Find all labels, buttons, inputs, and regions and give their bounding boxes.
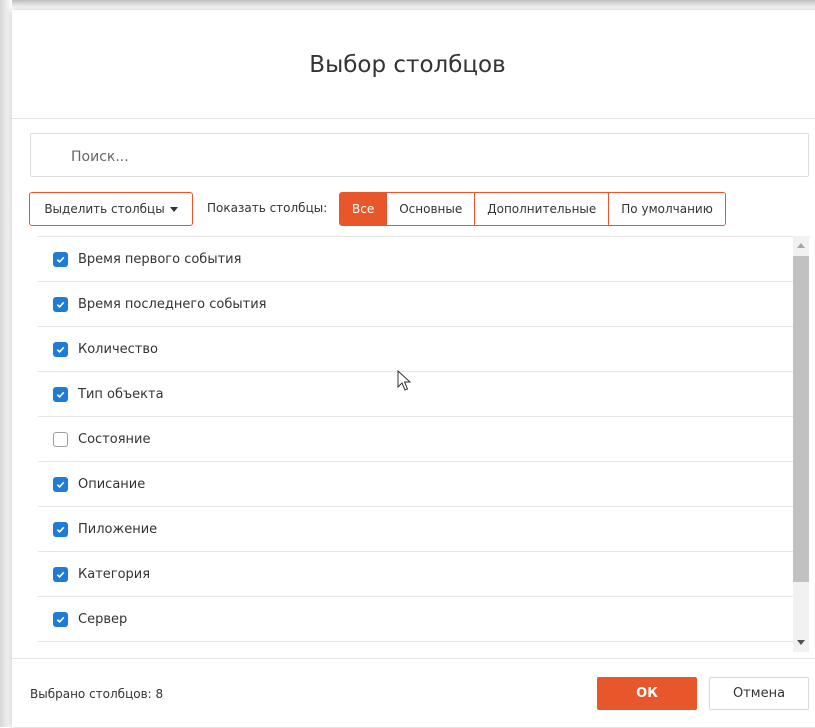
list-item-label: Состояние bbox=[78, 431, 151, 447]
mouse-cursor-icon bbox=[397, 370, 411, 391]
check-icon bbox=[56, 256, 65, 263]
list-item-label: Время первого события bbox=[78, 251, 242, 267]
list-item-label: Время последнего события bbox=[78, 296, 267, 312]
scrollbar-thumb[interactable] bbox=[793, 256, 809, 582]
filter-main-button[interactable]: Основные bbox=[386, 193, 475, 225]
column-filter-segmented: Все Основные Дополнительные По умолчанию bbox=[339, 192, 726, 226]
ok-button[interactable]: ОК bbox=[597, 677, 697, 710]
list-item[interactable]: Описание bbox=[38, 462, 793, 507]
select-columns-dropdown[interactable]: Выделить столбцы bbox=[29, 192, 193, 226]
list-item-label: Сервер bbox=[78, 611, 128, 627]
checkbox-checked[interactable] bbox=[53, 521, 68, 537]
check-icon bbox=[56, 481, 65, 488]
dialog-footer: Выбрано столбцов: 8 ОК Отмена bbox=[12, 658, 815, 728]
checkbox-checked[interactable] bbox=[53, 341, 68, 357]
list-item-label: Пиложение bbox=[78, 521, 158, 537]
frame-edge-top bbox=[0, 0, 815, 8]
checkbox-checked[interactable] bbox=[53, 386, 68, 402]
list-item-label: Описание bbox=[78, 476, 146, 492]
column-toolbar: Выделить столбцы Показать столбцы: Все О… bbox=[29, 192, 789, 226]
list-item[interactable]: Время первого события bbox=[38, 237, 793, 282]
filter-additional-button[interactable]: Дополнительные bbox=[474, 193, 609, 225]
checkbox-checked[interactable] bbox=[53, 476, 68, 492]
checkbox-unchecked[interactable] bbox=[53, 431, 68, 447]
caret-down-icon bbox=[169, 206, 178, 212]
check-icon bbox=[56, 571, 65, 578]
scroll-down-arrow-icon[interactable] bbox=[797, 640, 805, 645]
list-item[interactable]: Сервер bbox=[38, 597, 793, 642]
filter-default-button[interactable]: По умолчанию bbox=[608, 193, 725, 225]
list-item-label: Тип объекта bbox=[78, 386, 164, 402]
list-item[interactable]: Категория bbox=[38, 552, 793, 597]
list-item[interactable]: Состояние bbox=[38, 417, 793, 462]
list-item-label: Количество bbox=[78, 341, 158, 357]
show-columns-label: Показать столбцы: bbox=[207, 201, 328, 215]
check-icon bbox=[56, 526, 65, 533]
list-item[interactable]: Время последнего события bbox=[38, 282, 793, 327]
dialog-header: Выбор столбцов bbox=[12, 10, 815, 119]
check-icon bbox=[56, 346, 65, 353]
check-icon bbox=[56, 616, 65, 623]
dialog-title: Выбор столбцов bbox=[309, 52, 506, 78]
list-item[interactable]: Пиложение bbox=[38, 507, 793, 552]
window-frame: Выбор столбцов Выделить столбцы Показать… bbox=[0, 0, 815, 727]
checkbox-checked[interactable] bbox=[53, 296, 68, 312]
frame-edge-left bbox=[0, 0, 12, 727]
search-input[interactable] bbox=[69, 146, 773, 168]
scroll-up-arrow-icon[interactable] bbox=[797, 243, 805, 248]
filter-all-button[interactable]: Все bbox=[340, 193, 387, 225]
search-field[interactable] bbox=[30, 133, 809, 177]
list-item-label: Категория bbox=[78, 566, 151, 582]
check-icon bbox=[56, 301, 65, 308]
check-icon bbox=[56, 391, 65, 398]
selected-count-text: Выбрано столбцов: 8 bbox=[30, 687, 164, 701]
list-scrollbar[interactable] bbox=[793, 236, 809, 652]
cancel-button[interactable]: Отмена bbox=[709, 677, 809, 710]
checkbox-checked[interactable] bbox=[53, 566, 68, 582]
checkbox-checked[interactable] bbox=[53, 251, 68, 267]
list-item[interactable]: Количество bbox=[38, 327, 793, 372]
checkbox-checked[interactable] bbox=[53, 611, 68, 627]
select-columns-label: Выделить столбцы bbox=[44, 202, 165, 216]
column-list: Время первого события Время последнего с… bbox=[38, 236, 810, 656]
list-item[interactable]: Тип объекта bbox=[38, 372, 793, 417]
column-chooser-dialog: Выбор столбцов Выделить столбцы Показать… bbox=[12, 10, 815, 727]
